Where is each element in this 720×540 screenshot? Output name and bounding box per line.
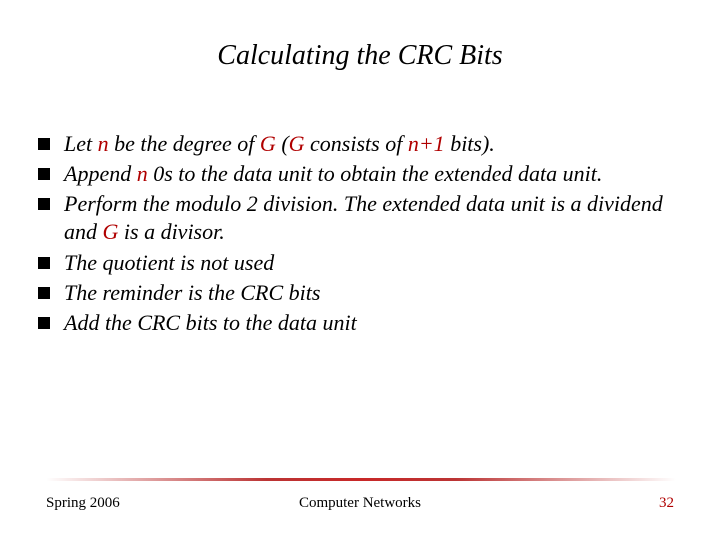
emphasis-text: G bbox=[103, 219, 119, 244]
text-run: ( bbox=[276, 131, 289, 156]
bullet-list: Let n be the degree of G (G consists of … bbox=[34, 130, 686, 337]
text-run: consists of bbox=[305, 131, 408, 156]
text-run: The reminder is the CRC bits bbox=[64, 280, 320, 305]
square-bullet-icon bbox=[38, 138, 50, 150]
list-item: Perform the modulo 2 division. The exten… bbox=[38, 190, 686, 246]
footer-page-number: 32 bbox=[465, 495, 674, 512]
text-run: The quotient is not used bbox=[64, 250, 274, 275]
square-bullet-icon bbox=[38, 317, 50, 329]
bullet-text: The quotient is not used bbox=[64, 249, 686, 277]
emphasis-text: n bbox=[98, 131, 109, 156]
emphasis-text: n bbox=[137, 161, 148, 186]
footer-left: Spring 2006 bbox=[46, 495, 255, 512]
bullet-text: Append n 0s to the data unit to obtain t… bbox=[64, 160, 686, 188]
emphasis-text: n+1 bbox=[408, 131, 445, 156]
list-item: Let n be the degree of G (G consists of … bbox=[38, 130, 686, 158]
text-run: Append bbox=[64, 161, 137, 186]
square-bullet-icon bbox=[38, 168, 50, 180]
square-bullet-icon bbox=[38, 198, 50, 210]
bullet-text: Add the CRC bits to the data unit bbox=[64, 309, 686, 337]
square-bullet-icon bbox=[38, 287, 50, 299]
text-run: bits). bbox=[445, 131, 495, 156]
text-run: is a divisor. bbox=[118, 219, 224, 244]
text-run: be the degree of bbox=[109, 131, 260, 156]
slide-title: Calculating the CRC Bits bbox=[34, 40, 686, 72]
bullet-text: Perform the modulo 2 division. The exten… bbox=[64, 190, 686, 246]
slide: Calculating the CRC Bits Let n be the de… bbox=[0, 0, 720, 540]
bullet-text: Let n be the degree of G (G consists of … bbox=[64, 130, 686, 158]
list-item: The quotient is not used bbox=[38, 249, 686, 277]
separator-bar bbox=[46, 478, 676, 481]
list-item: Append n 0s to the data unit to obtain t… bbox=[38, 160, 686, 188]
emphasis-text: G bbox=[289, 131, 305, 156]
footer-row: Spring 2006 Computer Networks 32 bbox=[46, 495, 674, 512]
text-run: Let bbox=[64, 131, 98, 156]
bullet-text: The reminder is the CRC bits bbox=[64, 279, 686, 307]
emphasis-text: G bbox=[260, 131, 276, 156]
footer: Spring 2006 Computer Networks 32 bbox=[0, 478, 720, 512]
list-item: The reminder is the CRC bits bbox=[38, 279, 686, 307]
footer-center: Computer Networks bbox=[255, 495, 464, 512]
list-item: Add the CRC bits to the data unit bbox=[38, 309, 686, 337]
text-run: Add the CRC bits to the data unit bbox=[64, 310, 357, 335]
text-run: 0s to the data unit to obtain the extend… bbox=[148, 161, 603, 186]
square-bullet-icon bbox=[38, 257, 50, 269]
